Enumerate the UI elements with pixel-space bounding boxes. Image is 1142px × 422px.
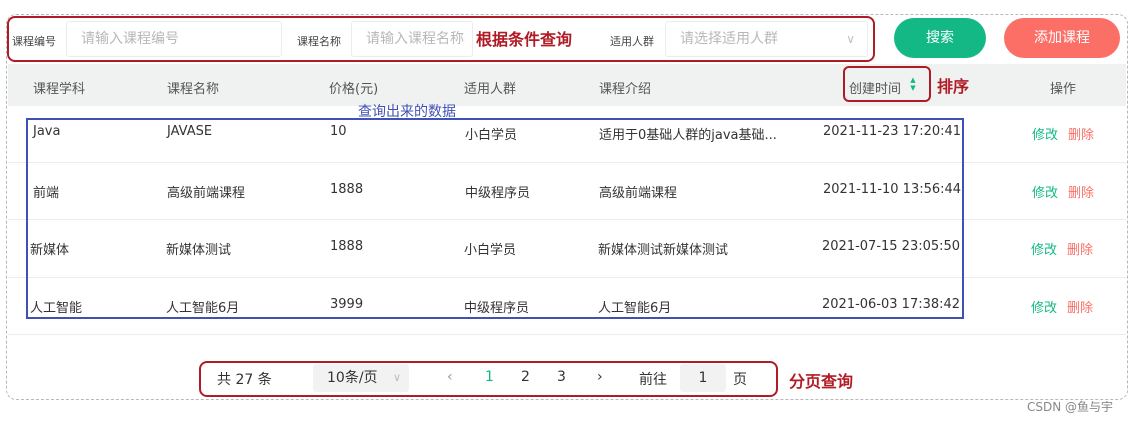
page-2[interactable]: 2	[521, 369, 530, 385]
next-page-button[interactable]: ›	[597, 369, 603, 385]
row-divider	[8, 334, 1126, 335]
edit-link[interactable]: 修改	[1031, 239, 1057, 258]
chevron-down-icon: ∨	[846, 32, 855, 46]
search-button[interactable]: 搜索	[894, 18, 986, 58]
header-intro: 课程介绍	[599, 82, 652, 97]
pagination-annotation: 分页查询	[789, 372, 854, 391]
page-size-select[interactable]: 10条/页 ∨	[313, 364, 409, 392]
delete-link[interactable]: 删除	[1067, 297, 1093, 316]
audience-select-value: 请选择适用人群	[680, 31, 778, 47]
header-audience: 适用人群	[464, 82, 517, 97]
pagination-total: 共 27 条	[217, 372, 272, 388]
prev-page-button[interactable]: ‹	[447, 369, 453, 385]
goto-page-input[interactable]: 1	[680, 364, 726, 392]
course-name-label: 课程名称	[297, 35, 341, 48]
goto-suffix: 页	[733, 372, 747, 388]
course-name-input[interactable]: 请输入课程名称	[351, 21, 473, 57]
delete-link[interactable]: 删除	[1068, 124, 1094, 143]
header-subject: 课程学科	[33, 82, 86, 97]
edit-link[interactable]: 修改	[1032, 124, 1058, 143]
course-code-input[interactable]: 请输入课程编号	[66, 21, 282, 57]
watermark: CSDN @鱼与宇	[1027, 400, 1114, 414]
course-code-label: 课程编号	[12, 35, 56, 48]
page-size-value: 10条/页	[327, 370, 378, 386]
header-actions: 操作	[1050, 82, 1077, 97]
sort-annotation-box	[843, 66, 931, 102]
data-annotation-box	[26, 118, 964, 319]
page-3[interactable]: 3	[557, 369, 566, 385]
page-1[interactable]: 1	[485, 369, 494, 385]
delete-link[interactable]: 删除	[1068, 182, 1094, 201]
sort-annotation: 排序	[937, 77, 970, 96]
header-name: 课程名称	[167, 82, 220, 97]
audience-select[interactable]: 请选择适用人群 ∨	[665, 21, 868, 57]
goto-label: 前往	[639, 372, 667, 388]
delete-link[interactable]: 删除	[1067, 239, 1093, 258]
add-course-button[interactable]: 添加课程	[1004, 18, 1120, 58]
audience-label: 适用人群	[610, 35, 654, 48]
edit-link[interactable]: 修改	[1031, 297, 1057, 316]
chevron-down-icon: ∨	[392, 371, 401, 384]
search-annotation: 根据条件查询	[476, 30, 573, 49]
header-price: 价格(元)	[329, 82, 379, 97]
edit-link[interactable]: 修改	[1032, 182, 1058, 201]
